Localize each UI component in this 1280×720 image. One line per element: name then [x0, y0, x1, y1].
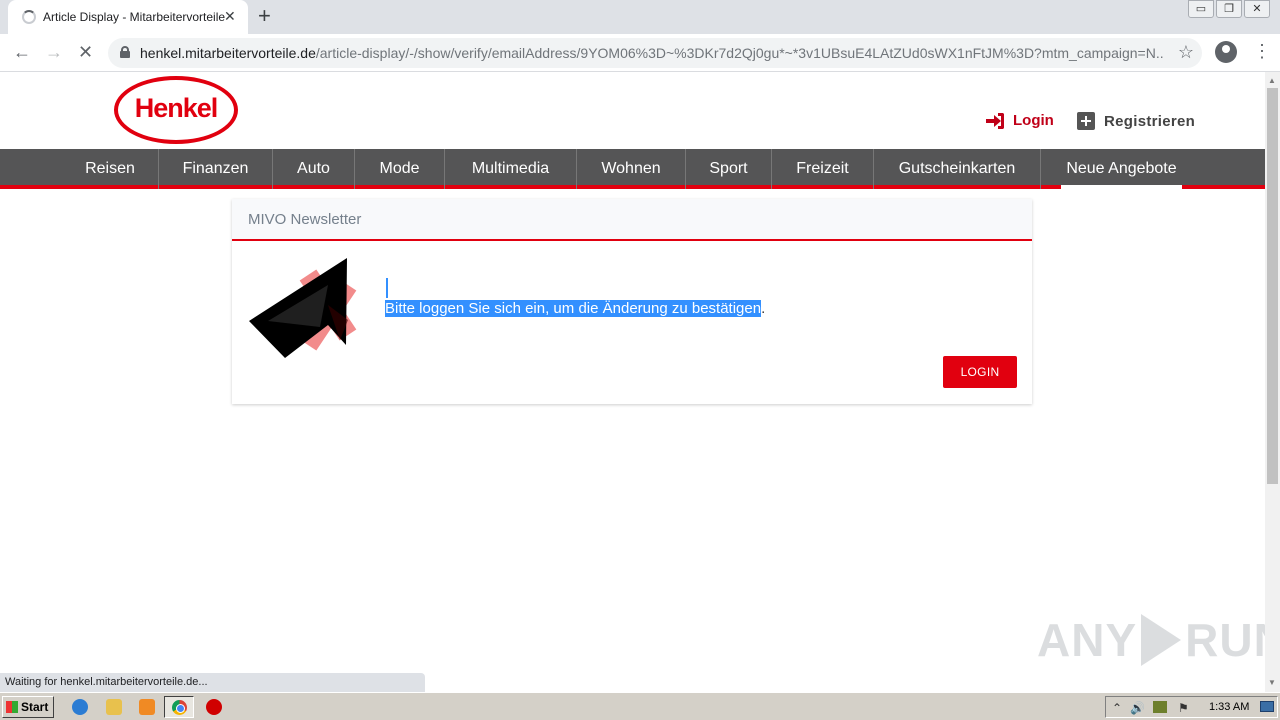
newsletter-card: MIVO Newsletter Bitte loggen Sie sich ei… — [232, 199, 1032, 404]
scroll-thumb[interactable] — [1267, 88, 1278, 484]
tab-close-icon[interactable]: ✕ — [224, 8, 236, 24]
nav-item-wohnen[interactable]: Wohnen — [577, 149, 685, 189]
minimize-button[interactable]: ▭ — [1188, 0, 1214, 18]
card-header: MIVO Newsletter — [232, 199, 1032, 241]
header-register-label: Registrieren — [1104, 112, 1196, 130]
nav-item-multimedia[interactable]: Multimedia — [445, 149, 576, 189]
header-register-link[interactable]: Registrieren — [1077, 112, 1195, 130]
nav-item-finanzen[interactable]: Finanzen — [159, 149, 272, 189]
tray-expand-icon[interactable]: ⌃ — [1112, 701, 1122, 715]
watermark-right: RUN — [1185, 614, 1265, 666]
watermark-left: ANY — [1037, 614, 1138, 666]
nav-item-neue-angebote[interactable]: Neue Angebote — [1041, 149, 1202, 189]
nav-item-sport[interactable]: Sport — [686, 149, 771, 189]
ie-icon[interactable] — [72, 699, 88, 715]
folder-icon[interactable] — [106, 699, 122, 715]
system-tray: ⌃ 🔊 ⚑ — [1105, 696, 1278, 718]
sign-in-icon — [986, 112, 1004, 129]
scroll-down-icon[interactable]: ▼ — [1268, 678, 1276, 687]
chrome-icon — [172, 700, 187, 715]
header-login-link[interactable]: Login — [986, 112, 1054, 129]
action-center-flag-icon[interactable]: ⚑ — [1178, 701, 1189, 715]
start-button[interactable]: Start — [2, 696, 54, 718]
broken-image-icon — [249, 258, 357, 358]
url-host: henkel.mitarbeitervorteile.de — [140, 45, 316, 61]
loading-spinner-icon — [22, 10, 36, 24]
browser-tab-active[interactable]: Article Display - Mitarbeitervorteile ✕ — [8, 0, 248, 34]
henkel-logo[interactable]: Henkel — [114, 76, 238, 144]
nav-item-gutscheinkarten[interactable]: Gutscheinkarten — [874, 149, 1040, 189]
url-text[interactable]: henkel.mitarbeitervorteile.de/article-di… — [140, 45, 1164, 61]
nav-item-freizeit[interactable]: Freizeit — [772, 149, 873, 189]
confirmation-message: Bitte loggen Sie sich ein, um die Änderu… — [385, 300, 765, 317]
plus-square-icon — [1077, 112, 1095, 130]
volume-icon[interactable]: 🔊 — [1130, 701, 1145, 715]
nav-item-mode[interactable]: Mode — [355, 149, 444, 189]
window-controls: ▭ ❐ ✕ — [1186, 0, 1270, 18]
taskbar-chrome-button[interactable] — [164, 696, 194, 718]
message-period: . — [761, 300, 766, 317]
header-login-label: Login — [1013, 112, 1054, 129]
close-window-button[interactable]: ✕ — [1244, 0, 1270, 18]
bookmark-star-icon[interactable]: ☆ — [1178, 42, 1194, 63]
browser-menu-icon[interactable]: ⋮ — [1253, 40, 1271, 62]
address-bar[interactable]: henkel.mitarbeitervorteile.de/article-di… — [108, 38, 1202, 68]
card-title: MIVO Newsletter — [248, 211, 362, 228]
windows-flag-icon — [6, 701, 18, 713]
status-bubble: Waiting for henkel.mitarbeitervorteile.d… — [0, 673, 425, 692]
taskbar: Start ⌃ 🔊 ⚑ 1:33 AM — [0, 692, 1280, 720]
show-desktop-icon[interactable] — [1260, 701, 1274, 712]
scroll-up-icon[interactable]: ▲ — [1268, 76, 1276, 85]
text-cursor — [386, 278, 388, 298]
page-scrollbar[interactable]: ▲ ▼ — [1265, 72, 1280, 692]
forward-button[interactable]: → — [45, 40, 63, 64]
browser-tabstrip: Article Display - Mitarbeitervorteile ✕ … — [0, 0, 1280, 34]
nav-item-reisen[interactable]: Reisen — [62, 149, 158, 189]
main-nav: Reisen Finanzen Auto Mode Multimedia Woh… — [0, 149, 1265, 189]
play-icon — [1141, 614, 1182, 666]
tab-title: Article Display - Mitarbeitervorteile — [43, 10, 226, 24]
alert-icon[interactable] — [206, 699, 222, 715]
url-path: /article-display/-/show/verify/emailAddr… — [315, 45, 1164, 61]
message-selected-text: Bitte loggen Sie sich ein, um die Änderu… — [385, 300, 762, 317]
anyrun-watermark: ANY RUN — [1037, 613, 1265, 667]
network-icon[interactable] — [1153, 701, 1167, 713]
profile-avatar-icon[interactable] — [1215, 41, 1237, 63]
stop-loading-button[interactable]: ✕ — [78, 40, 93, 64]
nav-item-auto[interactable]: Auto — [273, 149, 354, 189]
back-button[interactable]: ← — [13, 40, 31, 64]
taskbar-clock: 1:33 AM — [1209, 701, 1250, 713]
logo-text: Henkel — [134, 93, 219, 123]
login-button[interactable]: LOGIN — [943, 356, 1017, 388]
media-player-icon[interactable] — [139, 699, 155, 715]
new-tab-button[interactable]: + — [258, 4, 271, 28]
page-content: Henkel Login Registrieren Reisen Finanze… — [0, 72, 1265, 672]
restore-button[interactable]: ❐ — [1216, 0, 1242, 18]
start-label: Start — [21, 700, 49, 714]
browser-toolbar: ← → ✕ henkel.mitarbeitervorteile.de/arti… — [0, 34, 1280, 72]
nav-active-indicator — [1061, 185, 1182, 189]
lock-icon[interactable] — [120, 46, 130, 58]
